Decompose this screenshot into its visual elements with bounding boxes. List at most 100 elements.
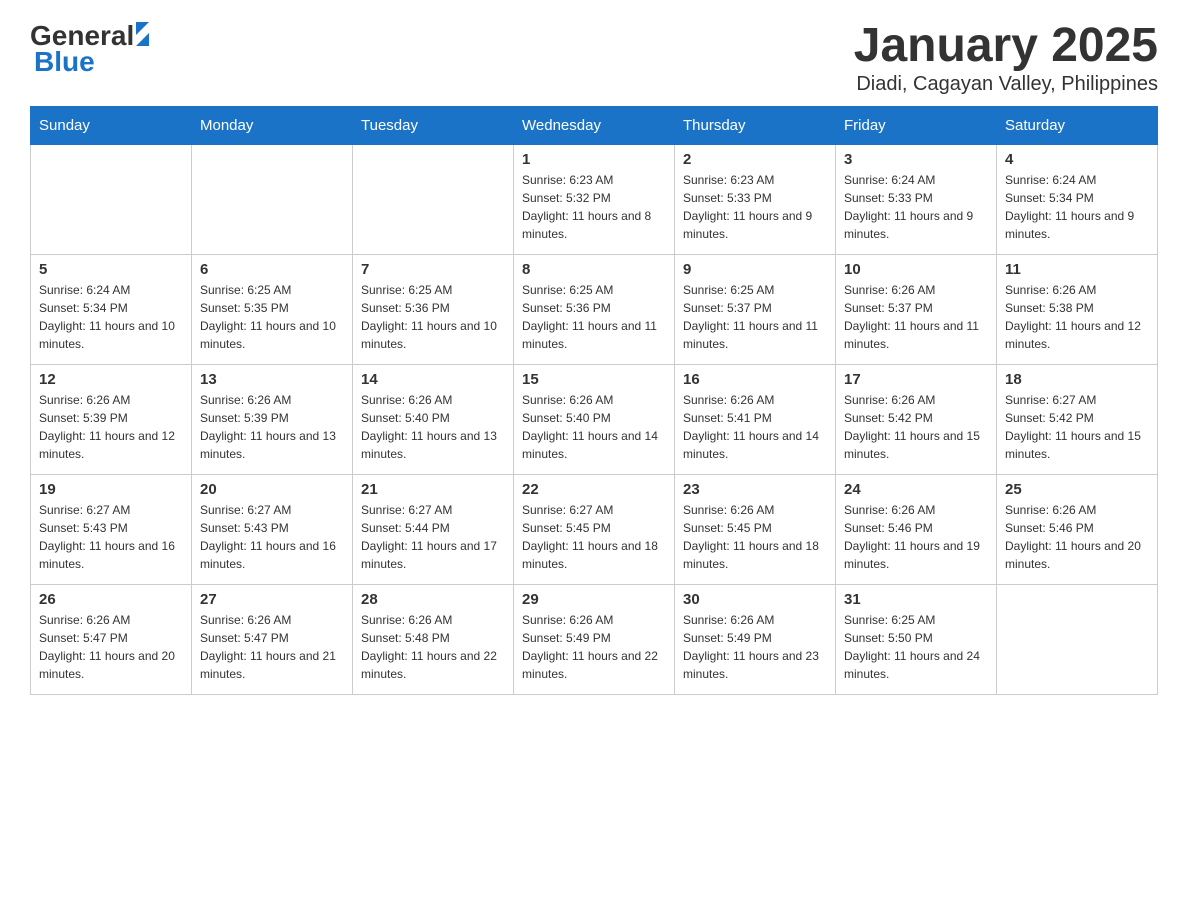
calendar-week-4: 19 Sunrise: 6:27 AMSunset: 5:43 PMDayligh…	[31, 474, 1158, 584]
day-info: Sunrise: 6:26 AMSunset: 5:39 PMDaylight:…	[200, 391, 344, 463]
calendar-cell-w1-d5: 2 Sunrise: 6:23 AMSunset: 5:33 PMDaylight…	[675, 144, 836, 254]
calendar-cell-w1-d6: 3Sunrise: 6:24 AMSunset: 5:33 PMDaylight…	[836, 144, 997, 254]
calendar-table: Sunday Monday Tuesday Wednesday Thursday…	[30, 106, 1158, 695]
calendar-title: January 2025	[854, 20, 1158, 73]
day-number: 25	[1005, 481, 1149, 498]
calendar-cell-w4-d4: 22 Sunrise: 6:27 AMSunset: 5:45 PMDayligh…	[514, 474, 675, 584]
day-number: 24	[844, 481, 988, 498]
day-info: Sunrise: 6:27 AMSunset: 5:43 PMDaylight:…	[200, 501, 344, 573]
day-info: Sunrise: 6:25 AMSunset: 5:35 PMDaylight:…	[200, 281, 344, 353]
day-number: 11	[1005, 261, 1149, 278]
day-info: Sunrise: 6:26 AMSunset: 5:37 PMDaylight:…	[844, 281, 988, 353]
day-info: Sunrise: 6:24 AMSunset: 5:33 PMDaylight:…	[844, 171, 988, 243]
calendar-cell-w2-d2: 6 Sunrise: 6:25 AMSunset: 5:35 PMDaylight…	[192, 254, 353, 364]
day-info: Sunrise: 6:24 AMSunset: 5:34 PMDaylight:…	[1005, 171, 1149, 243]
logo: General Blue	[30, 20, 149, 78]
day-info: Sunrise: 6:26 AMSunset: 5:42 PMDaylight:…	[844, 391, 988, 463]
calendar-cell-w1-d4: 1 Sunrise: 6:23 AMSunset: 5:32 PMDaylight…	[514, 144, 675, 254]
day-number: 23	[683, 481, 827, 498]
day-number: 15	[522, 371, 666, 388]
day-info: Sunrise: 6:26 AMSunset: 5:48 PMDaylight:…	[361, 611, 505, 683]
day-number: 8	[522, 261, 666, 278]
calendar-cell-w3-d3: 14Sunrise: 6:26 AMSunset: 5:40 PMDayligh…	[353, 364, 514, 474]
day-info: Sunrise: 6:24 AMSunset: 5:34 PMDaylight:…	[39, 281, 183, 353]
day-number: 1	[522, 151, 666, 168]
day-number: 26	[39, 591, 183, 608]
calendar-cell-w2-d1: 5 Sunrise: 6:24 AMSunset: 5:34 PMDaylight…	[31, 254, 192, 364]
day-number: 4	[1005, 151, 1149, 168]
day-number: 31	[844, 591, 988, 608]
calendar-week-3: 12 Sunrise: 6:26 AMSunset: 5:39 PMDayligh…	[31, 364, 1158, 474]
calendar-cell-w3-d5: 16 Sunrise: 6:26 AMSunset: 5:41 PMDayligh…	[675, 364, 836, 474]
day-info: Sunrise: 6:26 AMSunset: 5:49 PMDaylight:…	[683, 611, 827, 683]
header-tuesday: Tuesday	[353, 106, 514, 144]
calendar-cell-w4-d2: 20 Sunrise: 6:27 AMSunset: 5:43 PMDayligh…	[192, 474, 353, 584]
calendar-cell-w4-d7: 25 Sunrise: 6:26 AMSunset: 5:46 PMDayligh…	[997, 474, 1158, 584]
day-number: 7	[361, 261, 505, 278]
day-info: Sunrise: 6:23 AMSunset: 5:32 PMDaylight:…	[522, 171, 666, 243]
day-info: Sunrise: 6:26 AMSunset: 5:46 PMDaylight:…	[1005, 501, 1149, 573]
day-info: Sunrise: 6:26 AMSunset: 5:38 PMDaylight:…	[1005, 281, 1149, 353]
day-number: 5	[39, 261, 183, 278]
calendar-cell-w1-d3	[353, 144, 514, 254]
day-info: Sunrise: 6:26 AMSunset: 5:41 PMDaylight:…	[683, 391, 827, 463]
calendar-cell-w1-d2	[192, 144, 353, 254]
header-friday: Friday	[836, 106, 997, 144]
calendar-subtitle: Diadi, Cagayan Valley, Philippines	[854, 73, 1158, 96]
day-info: Sunrise: 6:27 AMSunset: 5:43 PMDaylight:…	[39, 501, 183, 573]
day-number: 2	[683, 151, 827, 168]
day-number: 16	[683, 371, 827, 388]
day-info: Sunrise: 6:26 AMSunset: 5:39 PMDaylight:…	[39, 391, 183, 463]
calendar-cell-w3-d4: 15 Sunrise: 6:26 AMSunset: 5:40 PMDayligh…	[514, 364, 675, 474]
calendar-cell-w2-d7: 11 Sunrise: 6:26 AMSunset: 5:38 PMDayligh…	[997, 254, 1158, 364]
day-number: 12	[39, 371, 183, 388]
calendar-cell-w4-d1: 19 Sunrise: 6:27 AMSunset: 5:43 PMDayligh…	[31, 474, 192, 584]
day-info: Sunrise: 6:27 AMSunset: 5:42 PMDaylight:…	[1005, 391, 1149, 463]
day-info: Sunrise: 6:26 AMSunset: 5:47 PMDaylight:…	[200, 611, 344, 683]
day-info: Sunrise: 6:26 AMSunset: 5:45 PMDaylight:…	[683, 501, 827, 573]
day-number: 20	[200, 481, 344, 498]
calendar-week-2: 5 Sunrise: 6:24 AMSunset: 5:34 PMDaylight…	[31, 254, 1158, 364]
header-thursday: Thursday	[675, 106, 836, 144]
day-info: Sunrise: 6:26 AMSunset: 5:46 PMDaylight:…	[844, 501, 988, 573]
day-number: 29	[522, 591, 666, 608]
day-info: Sunrise: 6:27 AMSunset: 5:45 PMDaylight:…	[522, 501, 666, 573]
day-number: 6	[200, 261, 344, 278]
day-number: 27	[200, 591, 344, 608]
day-number: 22	[522, 481, 666, 498]
day-info: Sunrise: 6:25 AMSunset: 5:50 PMDaylight:…	[844, 611, 988, 683]
calendar-cell-w4-d5: 23 Sunrise: 6:26 AMSunset: 5:45 PMDayligh…	[675, 474, 836, 584]
calendar-cell-w4-d3: 21 Sunrise: 6:27 AMSunset: 5:44 PMDayligh…	[353, 474, 514, 584]
day-info: Sunrise: 6:25 AMSunset: 5:36 PMDaylight:…	[361, 281, 505, 353]
calendar-week-5: 26 Sunrise: 6:26 AMSunset: 5:47 PMDayligh…	[31, 584, 1158, 694]
calendar-cell-w5-d3: 28 Sunrise: 6:26 AMSunset: 5:48 PMDayligh…	[353, 584, 514, 694]
calendar-cell-w5-d7	[997, 584, 1158, 694]
day-info: Sunrise: 6:26 AMSunset: 5:40 PMDaylight:…	[522, 391, 666, 463]
day-info: Sunrise: 6:25 AMSunset: 5:36 PMDaylight:…	[522, 281, 666, 353]
day-number: 21	[361, 481, 505, 498]
calendar-cell-w2-d4: 8 Sunrise: 6:25 AMSunset: 5:36 PMDaylight…	[514, 254, 675, 364]
day-number: 9	[683, 261, 827, 278]
calendar-cell-w1-d1	[31, 144, 192, 254]
calendar-cell-w2-d3: 7 Sunrise: 6:25 AMSunset: 5:36 PMDaylight…	[353, 254, 514, 364]
calendar-cell-w2-d6: 10Sunrise: 6:26 AMSunset: 5:37 PMDayligh…	[836, 254, 997, 364]
calendar-cell-w4-d6: 24 Sunrise: 6:26 AMSunset: 5:46 PMDayligh…	[836, 474, 997, 584]
calendar-cell-w3-d2: 13 Sunrise: 6:26 AMSunset: 5:39 PMDayligh…	[192, 364, 353, 474]
calendar-cell-w5-d6: 31 Sunrise: 6:25 AMSunset: 5:50 PMDayligh…	[836, 584, 997, 694]
day-info: Sunrise: 6:27 AMSunset: 5:44 PMDaylight:…	[361, 501, 505, 573]
day-number: 13	[200, 371, 344, 388]
calendar-cell-w5-d1: 26Sunrise: 6:26 AMSunset: 5:47 PMDayligh…	[31, 584, 192, 694]
calendar-header-row: Sunday Monday Tuesday Wednesday Thursday…	[31, 106, 1158, 144]
calendar-cell-w1-d7: 4 Sunrise: 6:24 AMSunset: 5:34 PMDaylight…	[997, 144, 1158, 254]
calendar-cell-w5-d4: 29 Sunrise: 6:26 AMSunset: 5:49 PMDayligh…	[514, 584, 675, 694]
day-number: 28	[361, 591, 505, 608]
header-wednesday: Wednesday	[514, 106, 675, 144]
day-info: Sunrise: 6:23 AMSunset: 5:33 PMDaylight:…	[683, 171, 827, 243]
header-monday: Monday	[192, 106, 353, 144]
logo-blue-text: Blue	[34, 46, 95, 78]
calendar-week-1: 1 Sunrise: 6:23 AMSunset: 5:32 PMDaylight…	[31, 144, 1158, 254]
calendar-cell-w3-d6: 17Sunrise: 6:26 AMSunset: 5:42 PMDayligh…	[836, 364, 997, 474]
day-info: Sunrise: 6:26 AMSunset: 5:49 PMDaylight:…	[522, 611, 666, 683]
day-number: 19	[39, 481, 183, 498]
title-block: January 2025 Diadi, Cagayan Valley, Phil…	[854, 20, 1158, 96]
